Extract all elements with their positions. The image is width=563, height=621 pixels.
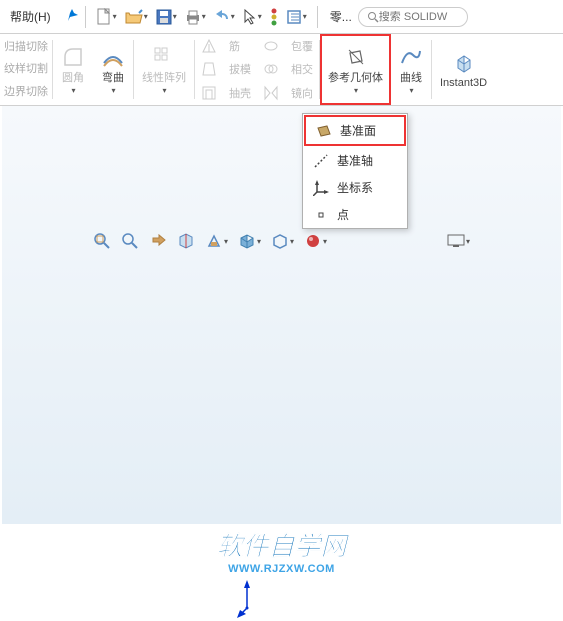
menu-item-label: 基准轴 bbox=[337, 152, 373, 169]
ref-menu-point[interactable]: 点 bbox=[303, 201, 407, 228]
plane-icon bbox=[316, 123, 332, 139]
axis-icon bbox=[313, 153, 329, 169]
save-button[interactable]: ▾ bbox=[154, 7, 179, 27]
origin-marker bbox=[237, 578, 277, 621]
chevron-down-icon: ▾ bbox=[111, 86, 115, 95]
help-menu[interactable]: 帮助(H) bbox=[4, 4, 57, 29]
pattern-icon bbox=[152, 45, 176, 69]
appearance-button[interactable]: ▾ bbox=[302, 230, 329, 252]
curve-icon bbox=[399, 45, 423, 69]
ribbon-left-cuts: 归描切除 纹样切割 边界切除 bbox=[0, 34, 52, 105]
search-box[interactable] bbox=[358, 7, 468, 27]
lofted-cut: 纹样切割 bbox=[4, 62, 48, 76]
menubar: 帮助(H) ▾ ▾ ▾ ▾ ▾ ▾ ▾ 零... bbox=[0, 0, 563, 34]
ref-geom-label: 参考几何体 bbox=[328, 72, 383, 85]
instant3d-group[interactable]: Instant3D bbox=[432, 34, 495, 105]
fillet-icon bbox=[61, 45, 85, 69]
shell-label: 抽壳 bbox=[227, 82, 253, 104]
ref-geom-icon bbox=[346, 47, 366, 67]
draft-item bbox=[199, 58, 219, 80]
open-button[interactable]: ▾ bbox=[123, 7, 150, 27]
reference-geometry-group[interactable]: 参考几何体 ▾ bbox=[320, 34, 391, 105]
print-button[interactable]: ▾ bbox=[183, 7, 208, 27]
wrap-label: 包覆 bbox=[289, 35, 315, 57]
chevron-down-icon: ▾ bbox=[409, 86, 413, 95]
menu-item-label: 基准面 bbox=[340, 122, 376, 139]
pin-icon[interactable] bbox=[65, 8, 79, 25]
rib-icon bbox=[201, 38, 217, 54]
shell-icon bbox=[201, 85, 217, 101]
draft-label: 拔模 bbox=[227, 58, 253, 80]
intersect-label: 相交 bbox=[289, 58, 315, 80]
ribbon-icons-col bbox=[195, 34, 223, 105]
ref-menu-datum-axis[interactable]: 基准轴 bbox=[303, 147, 407, 174]
display-style-button[interactable]: ▾ bbox=[236, 230, 263, 252]
separator bbox=[85, 6, 86, 28]
rib-label: 筋 bbox=[227, 35, 253, 57]
point-icon bbox=[313, 207, 329, 223]
ribbon-labels-col1: 筋 拔模 抽壳 bbox=[223, 34, 257, 105]
boundary-cut: 边界切除 bbox=[4, 85, 48, 99]
watermark-sub: WWW.RJZXW.COM bbox=[216, 563, 346, 575]
bend-icon bbox=[101, 45, 125, 69]
view-settings-button[interactable]: ▾ bbox=[445, 230, 472, 252]
watermark: 软件自学网 WWW.RJZXW.COM bbox=[216, 526, 346, 575]
menu-item-label: 坐标系 bbox=[337, 179, 373, 196]
mirror-label: 镜向 bbox=[289, 82, 315, 104]
viewport[interactable]: ▾ ▾ ▾ ▾ ▾ 软件自学网 WWW.RJZXW.COM bbox=[2, 106, 561, 524]
intersect-item bbox=[261, 58, 281, 80]
ribbon-labels-col2: 包覆 相交 镜向 bbox=[285, 34, 319, 105]
ref-menu-coord-system[interactable]: 坐标系 bbox=[303, 174, 407, 201]
menu-item-label: 点 bbox=[337, 206, 349, 223]
bend-group[interactable]: 弯曲 ▾ bbox=[93, 34, 133, 105]
instant3d-icon bbox=[452, 50, 476, 74]
fillet-label: 圆角 bbox=[62, 72, 84, 85]
ribbon-icons-col2 bbox=[257, 34, 285, 105]
draft-icon bbox=[201, 61, 217, 77]
pattern-label: 线性阵列 bbox=[142, 72, 186, 85]
wrap-icon bbox=[263, 38, 279, 54]
chevron-down-icon: ▾ bbox=[162, 86, 166, 95]
search-input[interactable] bbox=[379, 11, 459, 23]
search-icon bbox=[367, 11, 379, 23]
linear-pattern-group: 线性阵列 ▾ bbox=[134, 34, 194, 105]
view-orientation-button[interactable]: ▾ bbox=[203, 230, 230, 252]
new-button[interactable]: ▾ bbox=[94, 6, 119, 28]
mirror-icon bbox=[263, 85, 279, 101]
intersect-icon bbox=[263, 61, 279, 77]
bend-label: 弯曲 bbox=[102, 72, 124, 85]
chevron-down-icon: ▾ bbox=[71, 86, 75, 95]
watermark-main: 软件自学网 bbox=[216, 526, 346, 563]
zoom-fit-button[interactable] bbox=[91, 230, 113, 252]
options-button[interactable]: ▾ bbox=[284, 7, 309, 27]
mirror-item bbox=[261, 82, 281, 104]
zoom-area-button[interactable] bbox=[119, 230, 141, 252]
section-view-button[interactable] bbox=[175, 230, 197, 252]
shell-item bbox=[199, 82, 219, 104]
ref-menu-datum-plane[interactable]: 基准面 bbox=[304, 115, 406, 146]
separator bbox=[317, 6, 318, 28]
chevron-down-icon: ▾ bbox=[354, 86, 358, 95]
ribbon: 归描切除 纹样切割 边界切除 圆角 ▾ 弯曲 ▾ 线性阵列 ▾ 筋 拔模 抽壳 … bbox=[0, 34, 563, 106]
instant3d-label: Instant3D bbox=[440, 77, 487, 90]
viewport-toolbar: ▾ ▾ ▾ ▾ ▾ bbox=[2, 226, 561, 256]
part-label[interactable]: 零... bbox=[324, 4, 358, 29]
rebuild-button[interactable] bbox=[268, 6, 280, 28]
swept-cut: 归描切除 bbox=[4, 40, 48, 54]
fillet-group: 圆角 ▾ bbox=[53, 34, 93, 105]
curve-group[interactable]: 曲线 ▾ bbox=[391, 34, 431, 105]
select-cursor[interactable]: ▾ bbox=[241, 6, 264, 28]
curve-label: 曲线 bbox=[400, 72, 422, 85]
coord-icon bbox=[313, 180, 329, 196]
prev-view-button[interactable] bbox=[147, 230, 169, 252]
reference-geometry-menu: 基准面 基准轴 坐标系 点 bbox=[302, 113, 408, 229]
hide-show-button[interactable]: ▾ bbox=[269, 230, 296, 252]
rib-item bbox=[199, 35, 219, 57]
undo-button[interactable]: ▾ bbox=[212, 8, 237, 26]
wrap-item bbox=[261, 35, 281, 57]
